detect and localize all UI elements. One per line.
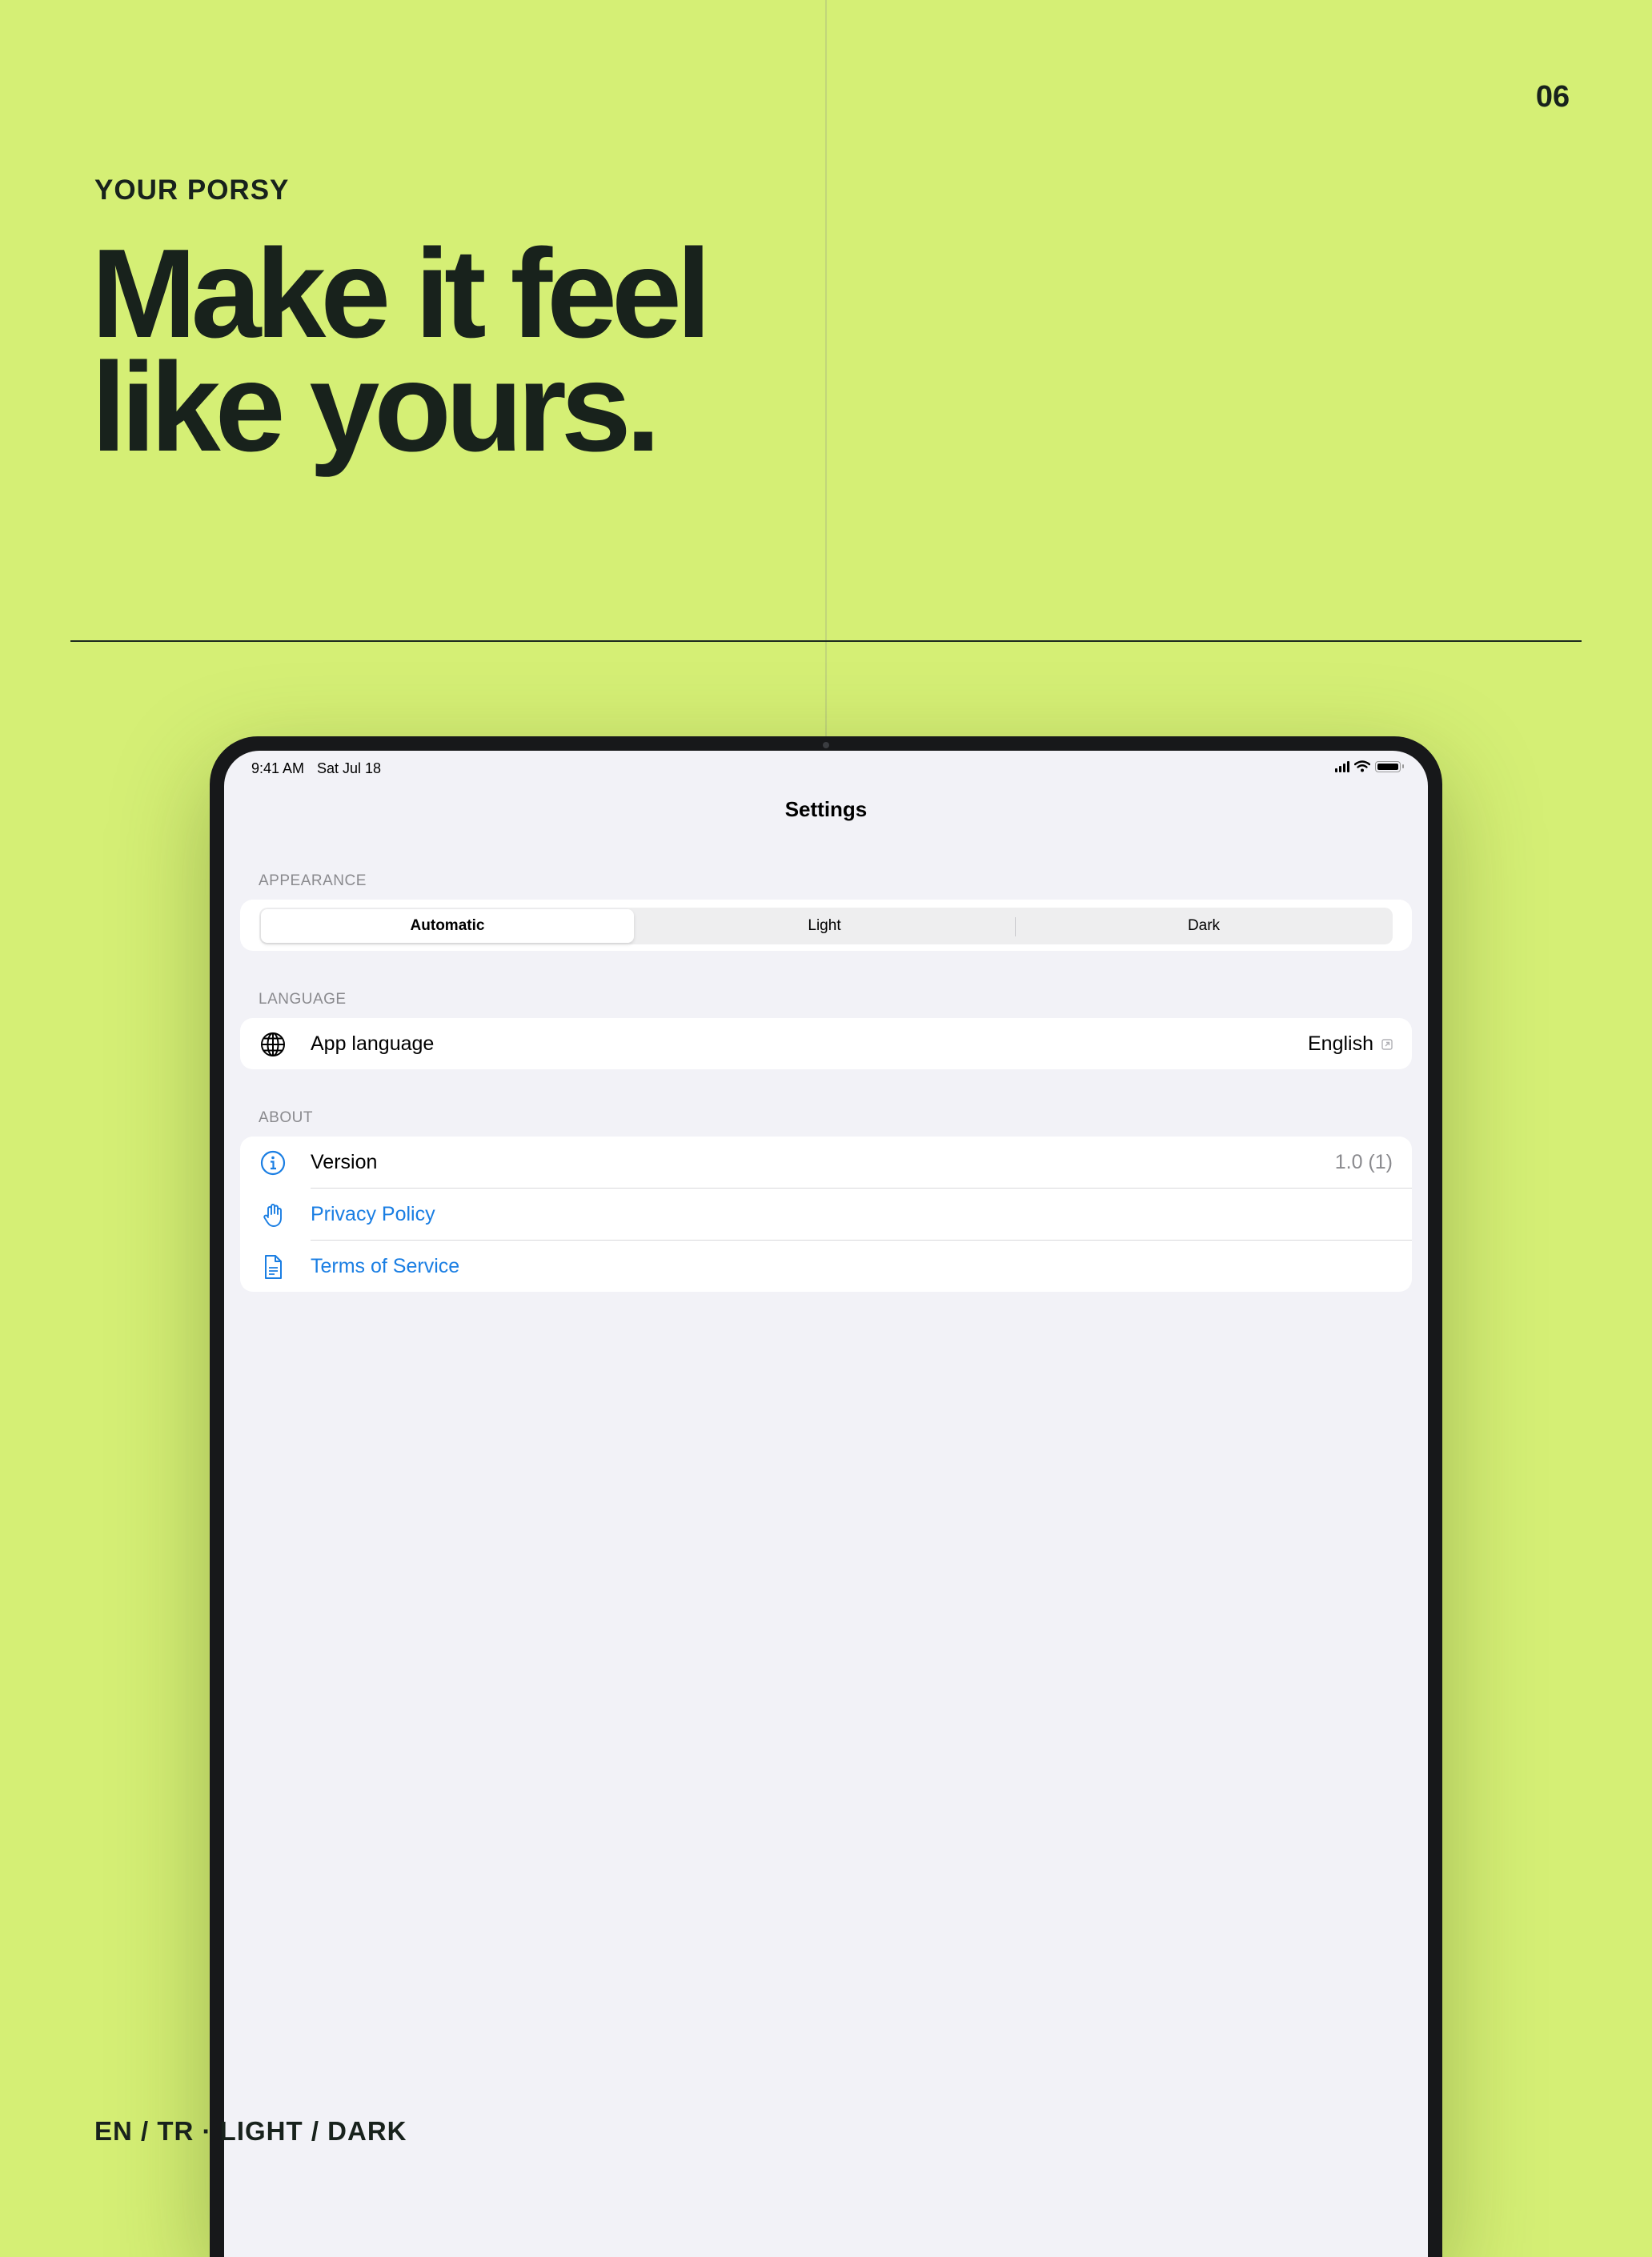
segment-automatic[interactable]: Automatic — [261, 909, 634, 943]
info-circle-icon — [260, 1150, 286, 1176]
terms-of-service-row[interactable]: Terms of Service — [240, 1241, 1412, 1292]
globe-icon — [261, 1032, 285, 1056]
segment-divider — [1015, 917, 1016, 936]
app-language-label: App language — [311, 1032, 435, 1055]
version-value: 1.0 (1) — [1334, 1151, 1393, 1173]
status-bar: 9:41 AM Sat Jul 18 — [251, 757, 1404, 781]
cellular-signal-icon — [1335, 760, 1349, 772]
appearance-card: Automatic Light Dark — [240, 900, 1412, 951]
version-row: Version 1.0 (1) — [240, 1137, 1412, 1188]
vertical-guide-line — [825, 0, 827, 736]
battery-icon — [1375, 760, 1404, 772]
status-time: 9:41 AM — [251, 760, 305, 776]
tablet-screen: 9:41 AM Sat Jul 18 Settings APPEARANCE A… — [224, 751, 1428, 2257]
terms-of-service-link[interactable]: Terms of Service — [311, 1255, 459, 1278]
hand-raised-icon — [263, 1204, 282, 1227]
wifi-icon — [1354, 760, 1370, 772]
footer-caption: EN / TR · LIGHT / DARK — [94, 2116, 407, 2146]
headline-line-1: Make it feel — [91, 223, 712, 364]
horizontal-divider — [70, 640, 1582, 642]
status-icons — [1335, 760, 1404, 772]
front-camera — [823, 742, 829, 748]
eyebrow-label: YOUR PORSY — [94, 174, 290, 206]
headline-line-2: like yours. — [91, 337, 661, 478]
document-icon — [265, 1255, 282, 1279]
about-section-header: ABOUT — [259, 1109, 313, 1126]
appearance-segmented-control: Automatic Light Dark — [259, 908, 1393, 944]
segment-light[interactable]: Light — [636, 909, 1013, 943]
language-value-text: English — [1308, 1032, 1373, 1055]
status-date: Sat Jul 18 — [317, 760, 382, 776]
language-card: App language English — [240, 1018, 1412, 1069]
app-language-row[interactable]: App language English — [240, 1018, 1412, 1069]
app-language-value: English — [1308, 1032, 1393, 1056]
privacy-policy-link[interactable]: Privacy Policy — [311, 1203, 435, 1226]
appearance-section-header: APPEARANCE — [259, 872, 367, 889]
external-link-icon — [1381, 1038, 1393, 1050]
segment-dark[interactable]: Dark — [1016, 909, 1391, 943]
headline: Make it feel like yours. — [91, 223, 712, 478]
privacy-policy-row[interactable]: Privacy Policy — [240, 1189, 1412, 1240]
settings-title: Settings — [784, 797, 868, 821]
page-number: 06 — [1535, 80, 1570, 114]
about-card: Version 1.0 (1) Privacy Policy Terms of … — [240, 1137, 1412, 1292]
tablet-device-frame: 9:41 AM Sat Jul 18 Settings APPEARANCE A… — [210, 736, 1442, 2257]
language-section-header: LANGUAGE — [259, 991, 347, 1008]
version-label: Version — [311, 1151, 378, 1173]
